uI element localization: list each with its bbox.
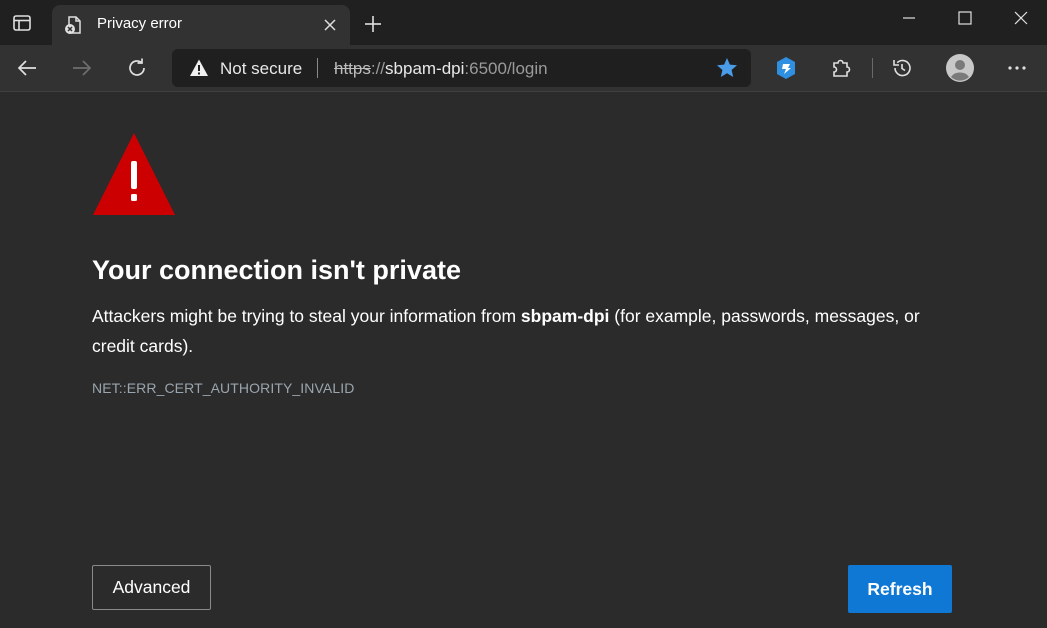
close-icon[interactable] xyxy=(318,13,342,37)
history-icon[interactable] xyxy=(884,50,920,86)
tab-title: Privacy error xyxy=(97,15,183,32)
url-text[interactable]: https://sbpam-dpi:6500/login xyxy=(334,59,548,79)
error-code: NET::ERR_CERT_AUTHORITY_INVALID xyxy=(92,380,355,396)
security-label[interactable]: Not secure xyxy=(220,59,302,79)
url-separator: :// xyxy=(370,59,386,78)
window-close-icon[interactable] xyxy=(993,0,1047,36)
puzzle-icon[interactable] xyxy=(823,50,859,86)
refresh-icon[interactable] xyxy=(119,50,155,86)
error-description: Attackers might be trying to steal your … xyxy=(92,301,952,361)
advanced-button[interactable]: Advanced xyxy=(92,565,211,610)
page-content: Your connection isn't private Attackers … xyxy=(0,93,1047,628)
description-host: sbpam-dpi xyxy=(520,306,610,326)
url-host: sbpam-dpi xyxy=(385,59,465,78)
back-arrow-icon[interactable] xyxy=(9,50,45,86)
profile-avatar-icon[interactable] xyxy=(942,50,978,86)
star-icon[interactable] xyxy=(715,57,739,79)
tab-privacy-error[interactable]: Privacy error xyxy=(52,5,350,45)
warning-triangle-icon xyxy=(92,131,176,216)
forward-arrow-icon[interactable] xyxy=(64,50,100,86)
more-icon[interactable] xyxy=(999,50,1035,86)
page-title: Your connection isn't private xyxy=(92,255,461,285)
url-path: :6500/login xyxy=(464,59,548,78)
browser-toolbar: Not secure https://sbpam-dpi:6500/login xyxy=(0,45,1047,92)
description-text: Attackers might be trying to steal your … xyxy=(92,306,521,326)
plus-icon[interactable] xyxy=(357,8,389,40)
tab-actions-icon[interactable] xyxy=(4,7,40,39)
extension-shield-icon[interactable] xyxy=(768,50,804,86)
url-scheme: https xyxy=(334,59,371,78)
address-bar[interactable]: Not secure https://sbpam-dpi:6500/login xyxy=(172,49,751,87)
toolbar-divider xyxy=(872,58,873,78)
refresh-button[interactable]: Refresh xyxy=(848,565,952,613)
tab-strip: Privacy error xyxy=(0,0,1047,45)
error-page-icon xyxy=(64,15,84,35)
address-divider xyxy=(317,58,318,78)
minimize-icon[interactable] xyxy=(881,0,937,36)
maximize-icon[interactable] xyxy=(937,0,993,36)
warning-triangle-icon[interactable] xyxy=(189,58,209,78)
